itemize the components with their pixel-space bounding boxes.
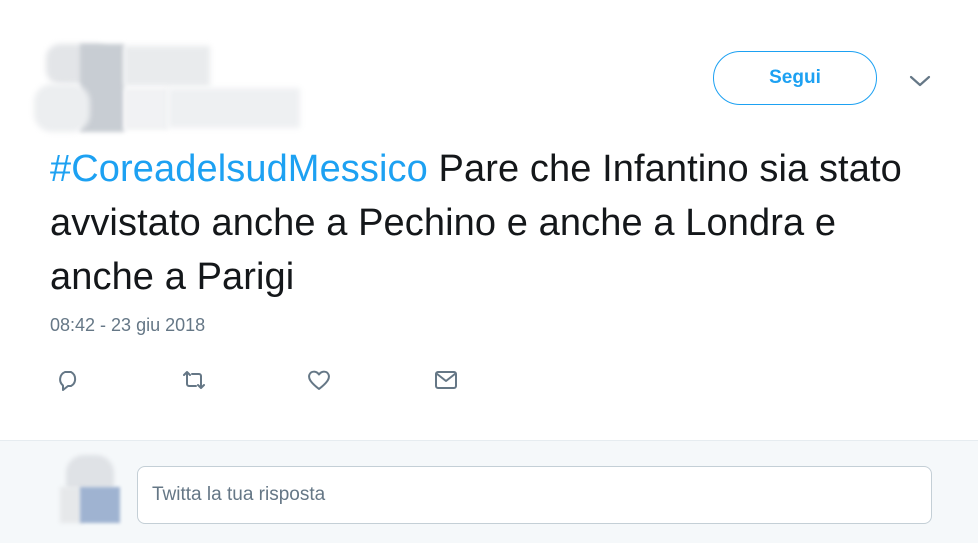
avatar bbox=[60, 453, 122, 525]
reply-icon[interactable] bbox=[52, 364, 84, 396]
reply-composer bbox=[0, 440, 978, 543]
tweet-text: #CoreadelsudMessico Pare che Infantino s… bbox=[50, 142, 930, 304]
direct-message-icon[interactable] bbox=[430, 364, 462, 396]
like-icon[interactable] bbox=[303, 364, 335, 396]
chevron-down-icon[interactable] bbox=[906, 70, 934, 92]
tweet-actions bbox=[50, 364, 550, 396]
tweet-card: Segui #CoreadelsudMessico Pare che Infan… bbox=[0, 0, 978, 440]
follow-button[interactable]: Segui bbox=[713, 51, 877, 105]
hashtag-link[interactable]: #CoreadelsudMessico bbox=[50, 148, 428, 190]
reply-input[interactable] bbox=[137, 466, 932, 524]
retweet-icon[interactable] bbox=[178, 364, 210, 396]
tweet-timestamp[interactable]: 08:42 - 23 giu 2018 bbox=[50, 315, 205, 336]
author-info-blurred[interactable] bbox=[32, 40, 302, 135]
